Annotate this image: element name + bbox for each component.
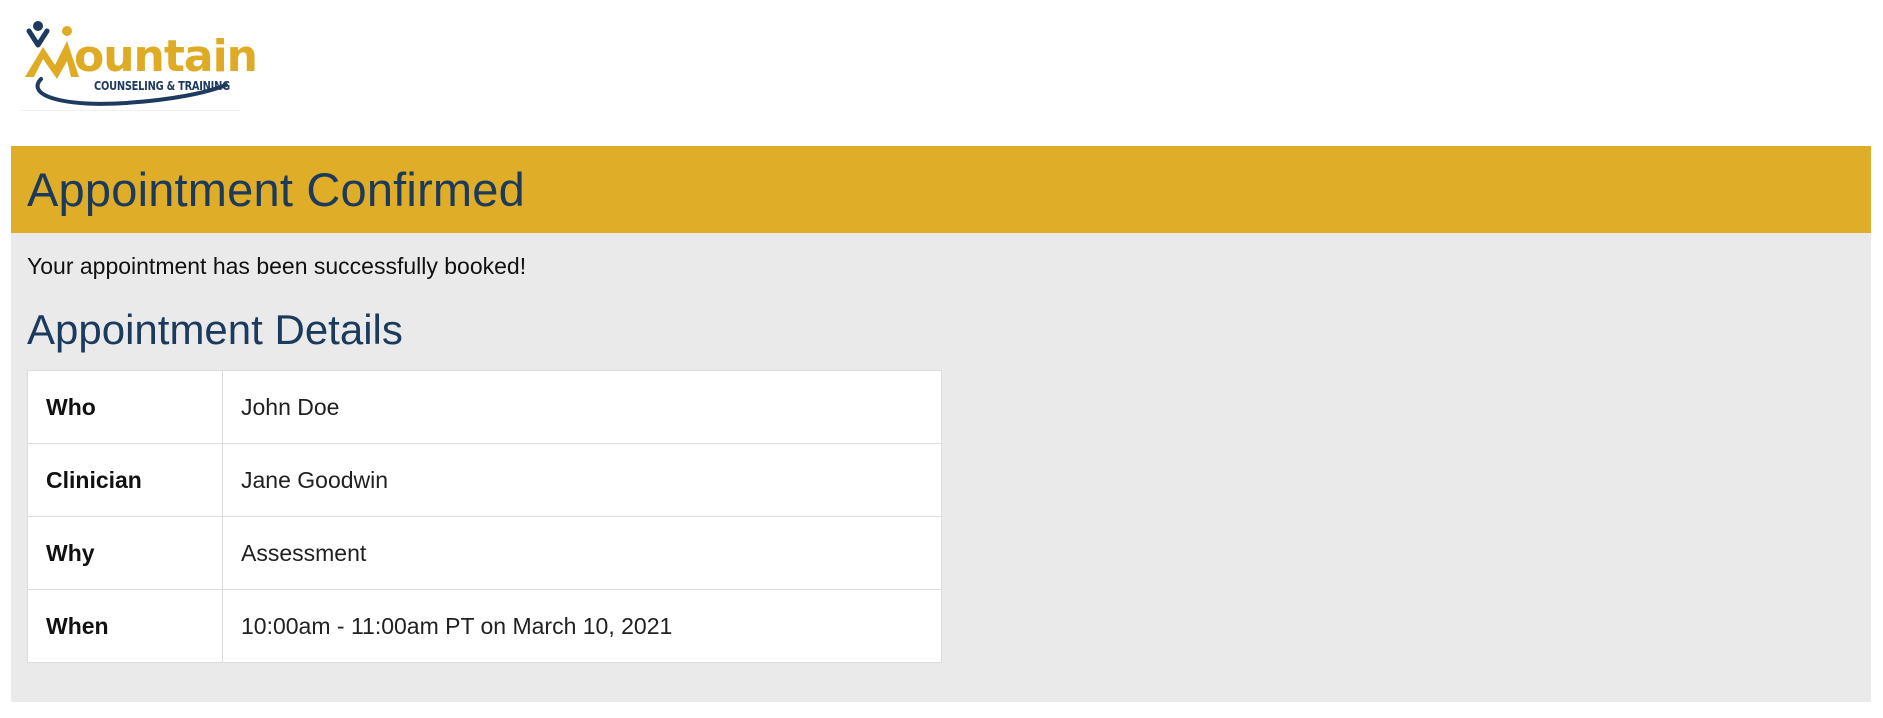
- page-title: Appointment Confirmed: [27, 163, 525, 216]
- logo-subtitle: COUNSELING & TRAINING: [94, 79, 230, 93]
- row-label-who: Who: [27, 370, 223, 444]
- row-value-who: John Doe: [241, 393, 340, 420]
- table-row: Clinician Jane Goodwin: [27, 443, 942, 517]
- table-row: Why Assessment: [27, 516, 942, 590]
- logo[interactable]: ountain COUNSELING & TRAINING: [21, 17, 258, 111]
- row-value-when: 10:00am - 11:00am PT on March 10, 2021: [222, 589, 942, 663]
- row-label-clinician: Clinician: [27, 443, 223, 517]
- row-label-why: Why: [27, 516, 223, 590]
- appointment-details-table: Who John Doe Clinician Jane Goodwin Why …: [27, 370, 942, 663]
- details-heading: Appointment Details: [27, 306, 403, 353]
- table-row: When 10:00am - 11:00am PT on March 10, 2…: [27, 589, 942, 663]
- row-value-clinician: Jane Goodwin: [222, 443, 942, 517]
- confirmation-panel: Appointment Confirmed Your appointment h…: [11, 146, 1871, 702]
- success-message: Your appointment has been successfully b…: [27, 253, 527, 279]
- page: ountain COUNSELING & TRAINING Appointmen…: [0, 0, 1883, 718]
- row-label-when: When: [27, 589, 223, 663]
- row-value-why: Assessment: [222, 516, 942, 590]
- logo-wordmark: ountain: [74, 31, 258, 82]
- confirmation-banner: Appointment Confirmed: [11, 146, 1871, 233]
- table-row: Who John Doe: [27, 370, 942, 444]
